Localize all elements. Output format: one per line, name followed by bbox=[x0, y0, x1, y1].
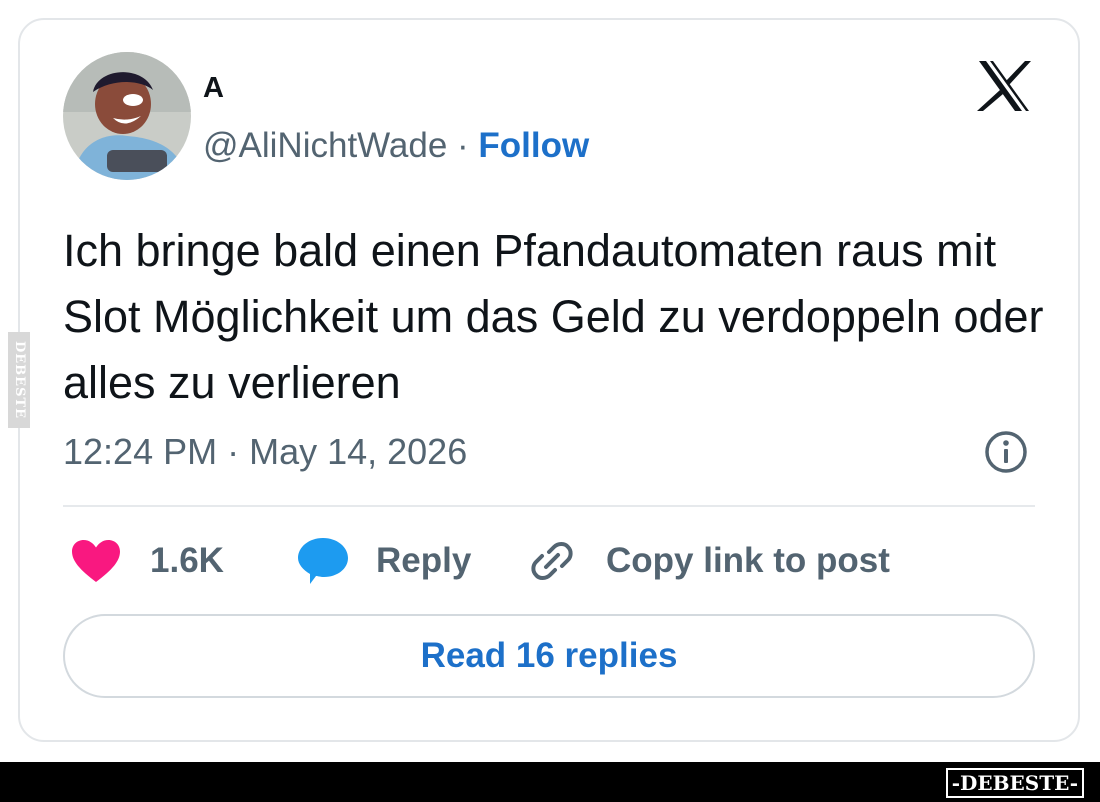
like-count: 1.6K bbox=[150, 541, 224, 580]
copy-link-label: Copy link to post bbox=[606, 541, 890, 580]
reply-label: Reply bbox=[376, 541, 472, 580]
side-watermark: DEBESTE bbox=[8, 332, 30, 428]
avatar[interactable] bbox=[63, 52, 191, 180]
like-button[interactable]: 1.6K bbox=[70, 536, 224, 586]
debeste-logo: -DEBESTE- bbox=[945, 768, 1084, 798]
read-replies-button[interactable]: Read 16 replies bbox=[63, 614, 1035, 698]
heart-icon bbox=[72, 540, 120, 582]
tweet-text: Ich bringe bald einen Pfandautomaten rau… bbox=[63, 225, 1044, 408]
speech-bubble-icon bbox=[298, 538, 348, 584]
x-logo-icon[interactable] bbox=[975, 57, 1033, 115]
display-name[interactable]: A bbox=[203, 72, 224, 105]
handle-line: @AliNichtWade · Follow bbox=[203, 126, 589, 166]
follow-button[interactable]: Follow bbox=[478, 126, 589, 165]
reply-button[interactable]: Reply bbox=[296, 536, 471, 586]
copy-link-button[interactable]: Copy link to post bbox=[528, 536, 890, 586]
divider bbox=[63, 505, 1035, 507]
link-icon bbox=[531, 542, 573, 580]
info-icon[interactable] bbox=[984, 430, 1028, 474]
user-handle[interactable]: @AliNichtWade bbox=[203, 126, 447, 165]
footer-bar: -DEBESTE- bbox=[0, 762, 1100, 802]
tweet-timestamp[interactable]: 12:24 PM · May 14, 2026 bbox=[63, 431, 467, 473]
handle-separator: · bbox=[447, 126, 479, 165]
